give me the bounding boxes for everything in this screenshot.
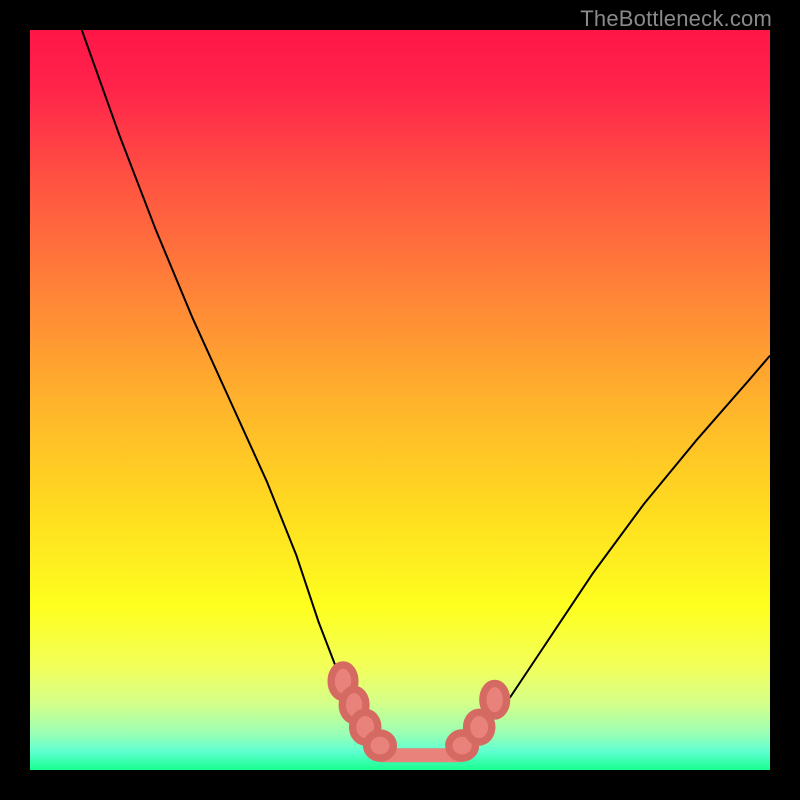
curve-right-branch (463, 356, 770, 748)
data-marker (367, 733, 394, 758)
curve-layer (30, 30, 770, 770)
watermark-text: TheBottleneck.com (580, 6, 772, 32)
plot-area (30, 30, 770, 770)
curve-left-branch (82, 30, 374, 748)
outer-frame: TheBottleneck.com (0, 0, 800, 800)
data-marker (483, 683, 507, 716)
